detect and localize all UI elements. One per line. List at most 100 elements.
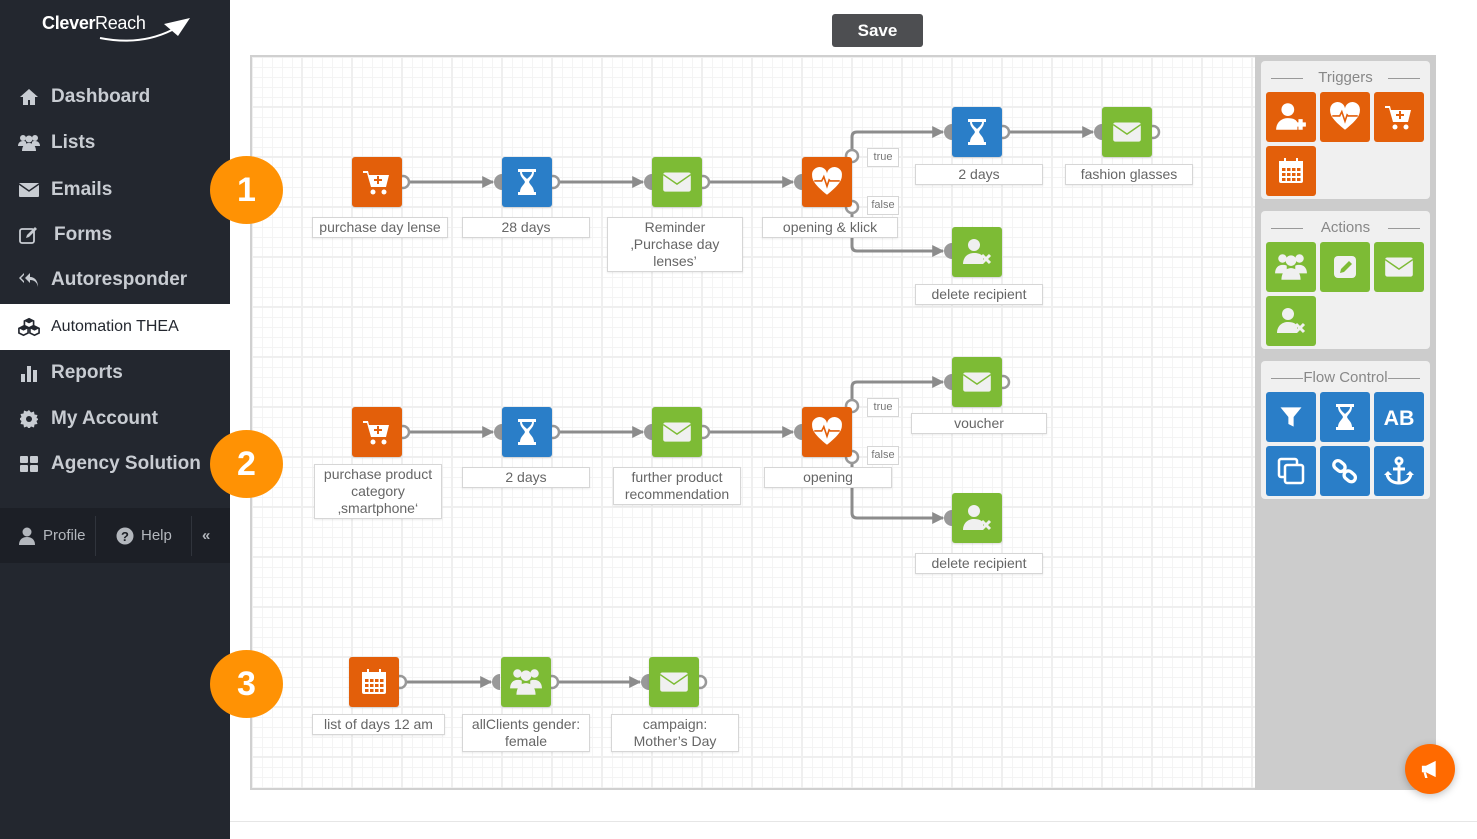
flow2-email-node[interactable] (652, 407, 702, 457)
node-label: list of days 12 am (312, 714, 445, 735)
hourglass-icon (511, 166, 543, 198)
collapse-sidebar-button[interactable]: « (192, 508, 218, 563)
envelope-icon (660, 165, 694, 199)
flow3-email-node[interactable] (649, 657, 699, 707)
palette-wait[interactable] (1320, 392, 1370, 442)
svg-text:Reach: Reach (95, 13, 146, 33)
envelope-icon (960, 365, 994, 399)
sidebar-item-automation-thea[interactable]: Automation THEA (0, 304, 230, 350)
node-label: voucher (911, 413, 1047, 434)
profile-label: Profile (43, 527, 86, 544)
palette-email-action[interactable] (1374, 242, 1424, 292)
sidebar-item-my-account[interactable]: My Account (0, 397, 230, 441)
palette-purchase-trigger[interactable] (1374, 92, 1424, 142)
flow2-purchase-trigger-node[interactable] (352, 407, 402, 457)
palette-add-recipient-trigger[interactable] (1266, 92, 1316, 142)
palette-ab-split[interactable] (1374, 392, 1424, 442)
flow1-purchase-trigger-node[interactable] (352, 157, 402, 207)
user-delete-icon (1275, 305, 1307, 337)
palette-filter[interactable] (1266, 392, 1316, 442)
flow1-fashion-email-node[interactable] (1102, 107, 1152, 157)
sidebar-item-lists[interactable]: Lists (0, 121, 230, 165)
flow3-group-node[interactable] (501, 657, 551, 707)
cubes-icon (18, 316, 40, 338)
save-button[interactable]: Save (832, 14, 923, 47)
step-badge-3: 3 (210, 650, 283, 718)
palette-delete-recipient-action[interactable] (1266, 296, 1316, 346)
node-label: Reminder ‚Purchase day lenses’ (607, 217, 743, 272)
edit-icon (18, 224, 40, 246)
branch-label-true: true (867, 398, 899, 417)
cart-plus-icon (361, 166, 393, 198)
hourglass-icon (1329, 401, 1361, 433)
anchor-icon (1383, 455, 1415, 487)
sidebar-item-label: Forms (54, 224, 113, 245)
node-label: opening & klick (762, 217, 898, 238)
user-delete-icon (961, 236, 993, 268)
flow3-date-trigger-node[interactable] (349, 657, 399, 707)
flow2-wait-node[interactable] (502, 407, 552, 457)
envelope-icon (18, 179, 40, 201)
palette-group-title: Actions (1261, 217, 1430, 239)
node-label: purchase product category ‚smartphone‘ (314, 464, 442, 519)
calendar-icon (1275, 155, 1307, 187)
flow1-opening-click-node[interactable] (802, 157, 852, 207)
node-label: opening (764, 467, 892, 488)
user-icon (18, 527, 36, 545)
palette-link[interactable] (1320, 446, 1370, 496)
node-label: fashion glasses (1065, 164, 1193, 185)
calendar-icon (358, 666, 390, 698)
hourglass-icon (961, 116, 993, 148)
user-delete-icon (961, 502, 993, 534)
sidebar-item-label: Dashboard (51, 86, 151, 107)
flow1-email-node[interactable] (652, 157, 702, 207)
palette-opening-trigger[interactable] (1320, 92, 1370, 142)
node-label: 2 days (462, 467, 590, 488)
link-icon (1330, 456, 1360, 486)
palette-edit-action[interactable] (1320, 242, 1370, 292)
node-label: delete recipient (915, 553, 1043, 574)
flow1-wait-2days-node[interactable] (952, 107, 1002, 157)
heartbeat-icon (810, 415, 844, 449)
envelope-icon (660, 415, 694, 449)
filter-icon (1277, 403, 1305, 431)
palette-date-trigger[interactable] (1266, 146, 1316, 196)
sidebar-item-agency-solution[interactable]: Agency Solution (0, 442, 230, 486)
user-plus-icon (1274, 100, 1308, 134)
sidebar-item-emails[interactable]: Emails (0, 168, 230, 212)
flow1-wait-node[interactable] (502, 157, 552, 207)
cart-plus-icon (361, 416, 393, 448)
collapse-icon: « (202, 527, 211, 544)
heartbeat-icon (810, 165, 844, 199)
sidebar-item-forms[interactable]: Forms (0, 213, 230, 257)
profile-link[interactable]: Profile (0, 508, 95, 563)
bar-chart-icon (18, 362, 40, 384)
heartbeat-icon (1328, 100, 1362, 134)
clever-reach-logo[interactable]: Clever Reach (40, 10, 200, 50)
feedback-button[interactable] (1405, 744, 1455, 794)
sidebar-item-autoresponder[interactable]: Autoresponder (0, 258, 230, 302)
pencil-icon (1329, 251, 1361, 283)
flow2-opening-node[interactable] (802, 407, 852, 457)
palette-group-action[interactable] (1266, 242, 1316, 292)
sidebar-item-dashboard[interactable]: Dashboard (0, 75, 230, 119)
node-label: campaign: Mother’s Day (611, 714, 739, 752)
flow1-delete-recipient-node[interactable] (952, 227, 1002, 277)
node-label: delete recipient (915, 284, 1043, 305)
hourglass-icon (511, 416, 543, 448)
palette-copy[interactable] (1266, 446, 1316, 496)
help-link[interactable]: ? Help (96, 508, 191, 563)
palette-anchor[interactable] (1374, 446, 1424, 496)
sidebar-item-reports[interactable]: Reports (0, 351, 230, 395)
cart-plus-icon (1383, 101, 1415, 133)
footer-divider (230, 821, 1477, 822)
home-icon (18, 86, 40, 108)
flow2-voucher-email-node[interactable] (952, 357, 1002, 407)
sidebar-item-label: Agency Solution (51, 453, 201, 474)
copy-icon (1275, 455, 1307, 487)
sidebar-item-label: Automation THEA (51, 318, 179, 335)
flow2-delete-recipient-node[interactable] (952, 493, 1002, 543)
svg-text:Clever: Clever (42, 13, 96, 33)
svg-text:?: ? (121, 529, 129, 544)
palette-group-title: Triggers (1261, 67, 1430, 89)
